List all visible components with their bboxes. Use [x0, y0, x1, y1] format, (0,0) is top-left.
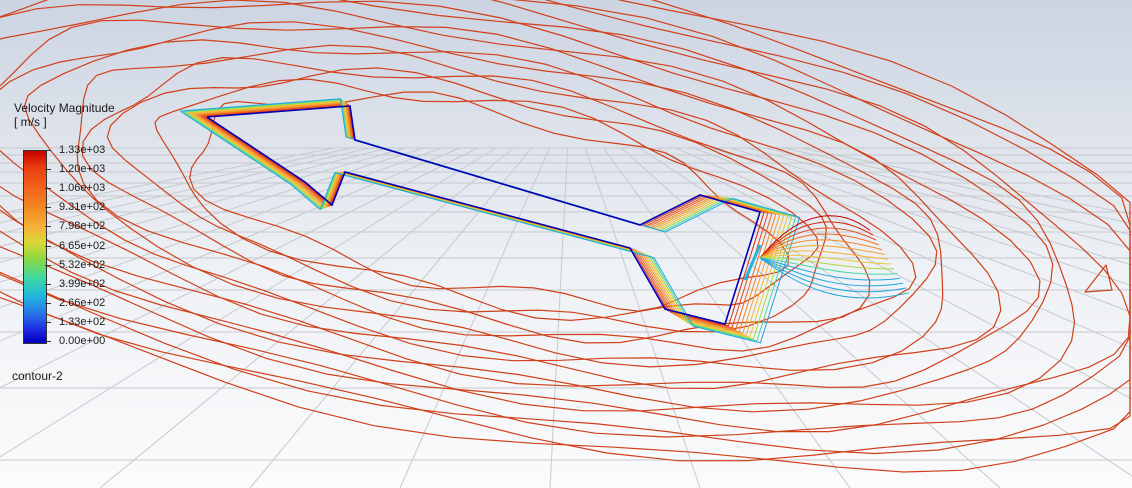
color-scale-tick [45, 341, 51, 342]
color-scale-tick-label: 1.06e+03 [59, 182, 106, 195]
color-scale-tick [45, 302, 51, 304]
color-scale-tick-label: 0.00e+00 [59, 335, 106, 347]
color-scale-tick [45, 283, 51, 285]
color-scale-tick [45, 321, 51, 323]
legend-title: Velocity Magnitude [14, 101, 115, 115]
color-scale-tick [45, 245, 51, 247]
color-scale-tick-label: 5.32e+02 [59, 258, 106, 271]
color-scale-tick-label: 6.65e+02 [59, 239, 106, 252]
grid-line [729, 147, 1132, 266]
legend-unit: [ m/s ] [14, 115, 47, 129]
color-scale-tick [45, 188, 51, 190]
color-scale-tick-label: 1.33e+02 [59, 315, 106, 328]
contour-line [206, 105, 761, 325]
contour-line [1084, 264, 1113, 293]
color-scale-tick-label: 3.99e+02 [59, 277, 106, 290]
contour-name-label: contour-2 [12, 369, 63, 383]
color-scale-tick [45, 226, 51, 228]
color-scale-tick-label: 2.66e+02 [59, 296, 106, 309]
grid-line [711, 147, 1132, 287]
vehicle-surface-outline [206, 105, 762, 325]
color-scale-tick-label: 7.98e+02 [59, 220, 106, 233]
grid-line [693, 147, 1132, 313]
color-scale-tick-label: 1.20e+03 [59, 163, 106, 176]
contour-plot-viewport[interactable] [0, 0, 1132, 488]
contour-line [0, 0, 1131, 438]
color-scale-tick [45, 264, 51, 266]
contour-line [23, 39, 938, 368]
vehicle-outline [206, 105, 762, 325]
contour-line [190, 101, 785, 336]
contour-line [204, 104, 765, 327]
color-scale-tick [45, 169, 51, 171]
velocity-contour-lines [0, 0, 1131, 473]
color-scale-tick [45, 207, 51, 209]
ground-grid [0, 147, 1132, 488]
contour-line [188, 100, 789, 338]
color-scale-tick-label: 9.31e+02 [59, 201, 106, 214]
grid-line [801, 147, 1132, 215]
color-scale-bar [23, 150, 47, 344]
color-scale-tick-label: 1.33e+03 [59, 144, 106, 156]
wake-contour-line [759, 254, 892, 265]
contour-line [179, 98, 801, 344]
contour-line [0, 0, 1041, 388]
color-scale-tick [45, 150, 51, 151]
